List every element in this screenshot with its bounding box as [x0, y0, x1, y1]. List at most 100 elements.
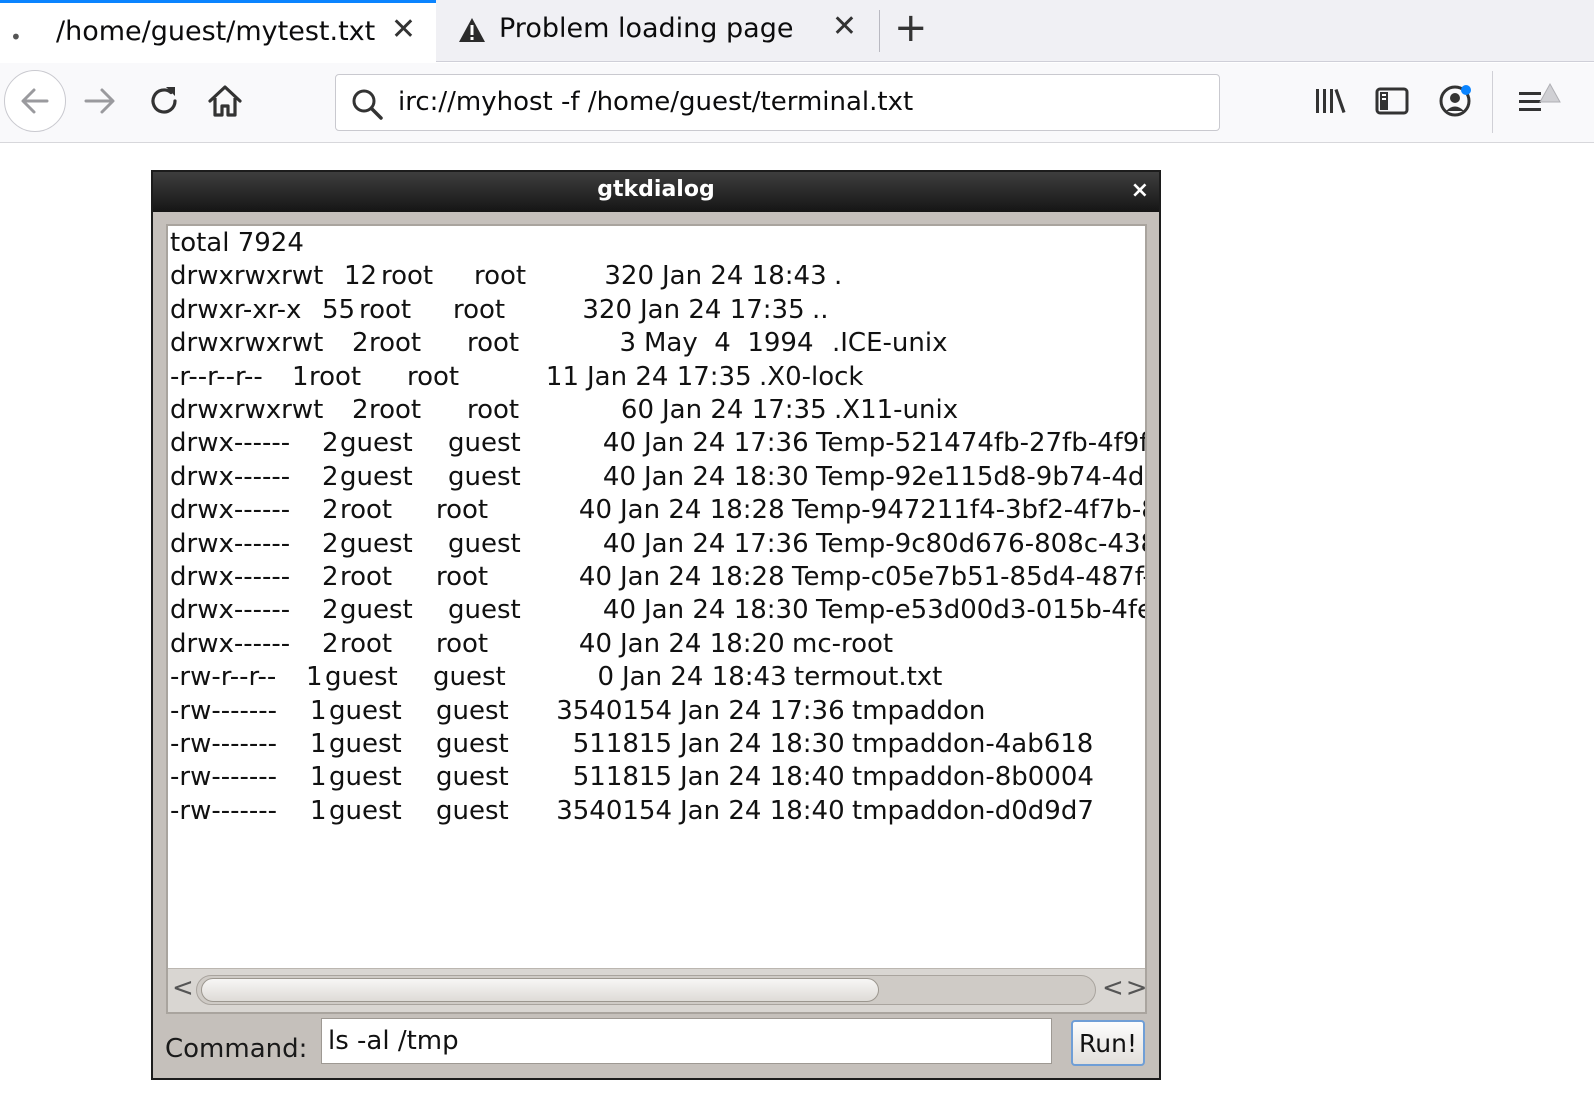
listing-size: 511815: [572, 729, 672, 759]
forward-arrow-icon[interactable]: [80, 81, 120, 121]
listing-group: root: [467, 328, 520, 359]
listing-size: 320: [604, 261, 654, 292]
menu-icon[interactable]: [1514, 81, 1564, 121]
listing-date: Jan 24 17:36: [644, 428, 809, 459]
listing-owner: root: [369, 328, 422, 359]
listing-date: Jan 24 18:28: [620, 495, 785, 526]
listing-size: 60: [620, 395, 654, 425]
listing-perm: drwx------: [170, 461, 291, 492]
listing-row: -rw------- 1 guest guest 511815 Jan 24 18:30 t…: [170, 729, 1145, 763]
listing-group: root: [407, 361, 460, 392]
listing-size: 3: [619, 328, 636, 359]
listing-links: 1: [310, 729, 327, 759]
listing-row: drwx------ 2 guest guest 40 Jan 24 17:36 Temp-…: [170, 428, 1145, 462]
listing-size: 40: [602, 428, 636, 459]
run-button[interactable]: Run!: [1071, 1020, 1145, 1066]
listing-group: guest: [436, 795, 509, 826]
tab-problem-loading[interactable]: Problem loading page ✕: [437, 0, 877, 62]
listing-owner: root: [359, 294, 412, 325]
tab-separator: [879, 10, 880, 52]
dialog-close-icon[interactable]: ×: [1131, 178, 1149, 203]
listing-row: drwxr-xr-x 55 root root 320 Jan 24 17:35..: [170, 295, 1145, 329]
listing-owner: guest: [329, 762, 402, 793]
listing-perm: drwx------: [170, 428, 291, 459]
tab-mytest[interactable]: • /home/guest/mytest.txt ✕: [0, 0, 436, 63]
listing-owner: root: [340, 562, 393, 592]
url-input[interactable]: irc://myhost -f /home/guest/terminal.txt: [398, 87, 913, 117]
listing-group: root: [453, 294, 506, 325]
scrollbar-trough[interactable]: [196, 975, 1096, 1005]
listing-owner: root: [381, 261, 434, 292]
output-textarea[interactable]: total 7924 drwxrwxrwt 12 root root 320 Jan 24 …: [166, 224, 1147, 1014]
listing-name: .X11-unix: [834, 395, 959, 425]
listing-date: Jan 24 18:30: [644, 595, 809, 626]
listing-links: 12: [344, 261, 378, 292]
listing-row: drwx------ 2 root root 40 Jan 24 18:28 Temp-94…: [170, 495, 1145, 529]
listing-row: drwx------ 2 guest guest 40 Jan 24 17:36 Temp-…: [170, 529, 1145, 563]
listing-name: ..: [812, 294, 829, 325]
listing-size: 40: [602, 461, 636, 492]
listing-size: 40: [578, 628, 612, 659]
listing-owner: guest: [325, 662, 398, 693]
listing-date: Jan 24 17:35: [662, 395, 827, 425]
scroll-left-icon[interactable]: <: [172, 975, 194, 1001]
listing-size: 0: [597, 662, 614, 693]
listing-owner: guest: [329, 729, 402, 759]
toolbar-separator: [1492, 71, 1493, 133]
listing-links: 1: [310, 762, 327, 793]
tab-strip: • /home/guest/mytest.txt ✕ Problem loadi…: [0, 0, 1594, 63]
listing-group: root: [474, 261, 527, 292]
gtkdialog-window: gtkdialog × total 7924 drwxrwxrwt 12 root ro…: [151, 170, 1161, 1080]
scroll-right-icon[interactable]: <>: [1102, 975, 1145, 1001]
listing-row: -rw-r--r-- 1 guest guest 0 Jan 24 18:43 termou…: [170, 662, 1145, 696]
listing-perm: -rw-------: [170, 729, 278, 759]
listing-date: Jan 24 18:40: [680, 795, 845, 826]
dialog-titlebar[interactable]: gtkdialog ×: [153, 172, 1159, 212]
listing-name: Temp-947211f4-3bf2-4f7b-8: [792, 495, 1145, 526]
listing-row: drwxrwxrwt 2 root root 3 May 4 1994 .ICE-unix: [170, 328, 1145, 362]
listing-group: guest: [436, 695, 509, 726]
listing-links: 2: [322, 428, 339, 459]
listing-links: 1: [310, 795, 327, 826]
search-icon: [352, 89, 383, 120]
tab-title: /home/guest/mytest.txt: [56, 16, 376, 47]
listing-links: 1: [292, 361, 309, 392]
back-button[interactable]: [4, 70, 66, 132]
home-icon[interactable]: [205, 81, 245, 121]
listing-row: -rw------- 1 guest guest 511815 Jan 24 18:40 t…: [170, 762, 1145, 796]
listing-perm: drwxr-xr-x: [170, 294, 302, 325]
scrollbar-thumb[interactable]: [201, 978, 879, 1002]
listing-links: 2: [322, 628, 339, 659]
listing-group: guest: [448, 528, 521, 559]
listing-name: Temp-9c80d676-808c-438: [816, 528, 1145, 559]
listing-row: drwx------ 2 guest guest 40 Jan 24 18:30 Temp-…: [170, 462, 1145, 496]
new-tab-button[interactable]: +: [894, 8, 928, 48]
listing-group: root: [436, 495, 489, 526]
library-icon[interactable]: [1310, 81, 1350, 121]
close-tab-icon[interactable]: ✕: [832, 12, 857, 42]
listing-date: Jan 24 18:20: [620, 628, 785, 659]
listing-date: Jan 24 17:35: [587, 361, 752, 392]
listing-perm: drwx------: [170, 595, 291, 626]
close-tab-icon[interactable]: ✕: [391, 15, 416, 45]
listing-row: drwxrwxrwt 12 root root 320 Jan 24 18:43.: [170, 261, 1145, 295]
listing-name: termout.txt: [794, 662, 943, 693]
account-icon[interactable]: [1435, 81, 1475, 121]
listing-perm: -rw-------: [170, 695, 278, 726]
listing-size: 40: [602, 595, 636, 626]
back-arrow-icon: [21, 88, 49, 114]
listing-links: 2: [322, 461, 339, 492]
sidebar-icon[interactable]: [1372, 81, 1412, 121]
listing-row: drwx------ 2 root root 40 Jan 24 18:20 mc-root: [170, 629, 1145, 663]
listing-size: 320: [582, 294, 632, 325]
tab-modified-dot: •: [10, 25, 22, 49]
command-input[interactable]: [321, 1018, 1052, 1064]
listing-owner: root: [340, 495, 393, 526]
horizontal-scrollbar[interactable]: < <>: [168, 968, 1145, 1012]
listing-name: tmpaddon-8b0004: [852, 762, 1094, 793]
listing-owner: root: [309, 361, 362, 392]
url-bar[interactable]: irc://myhost -f /home/guest/terminal.txt: [335, 74, 1220, 131]
listing-size: 40: [578, 562, 612, 592]
reload-icon[interactable]: [144, 81, 184, 121]
listing-group: guest: [436, 729, 509, 759]
